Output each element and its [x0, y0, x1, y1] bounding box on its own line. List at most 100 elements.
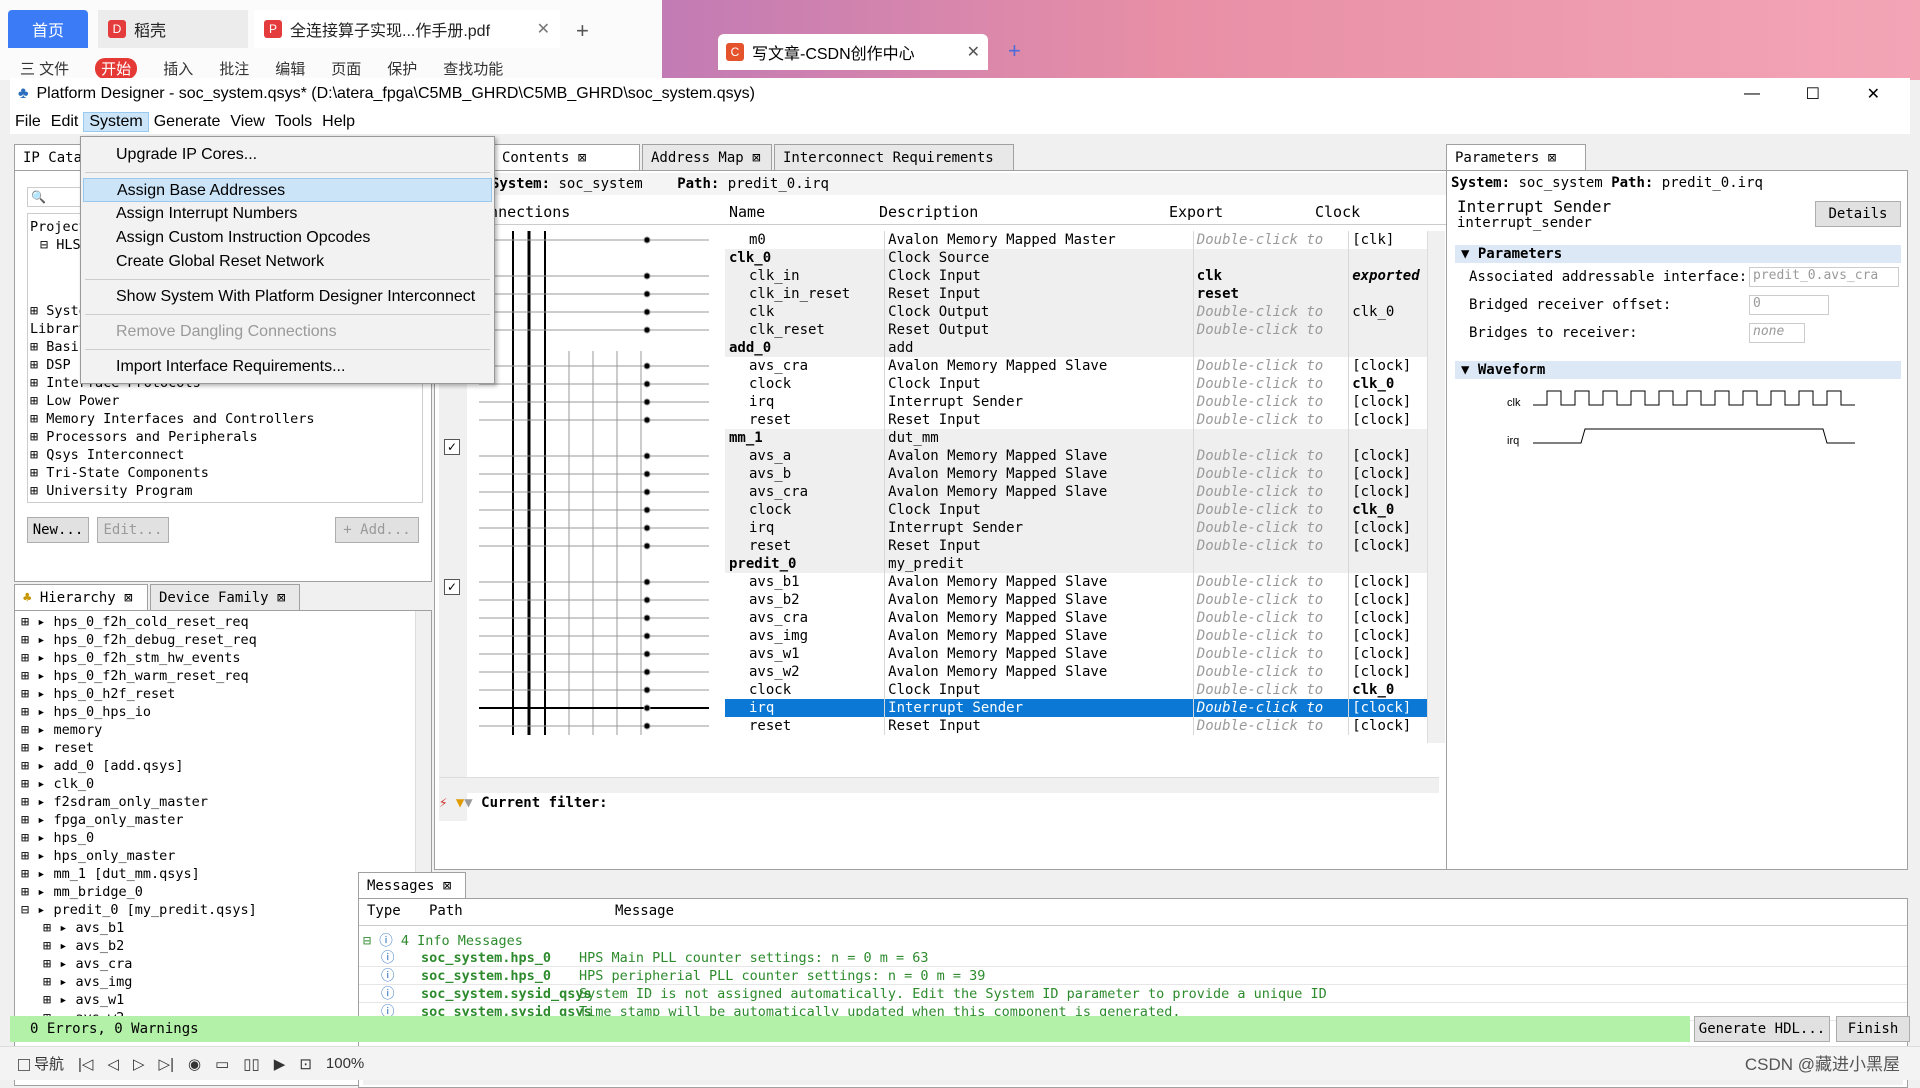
table-row[interactable]: avs_a Avalon Memory Mapped Slave Double-cl…: [725, 447, 1445, 465]
cell-export[interactable]: Double-click to: [1193, 393, 1350, 411]
single-page-icon[interactable]: ▭: [215, 1055, 229, 1073]
cell-export[interactable]: [1193, 429, 1350, 447]
hierarchy-item[interactable]: ⊞ ▸ memory: [21, 721, 425, 739]
tree-toggle-icon[interactable]: ⊞ ▸: [43, 956, 76, 972]
col-name[interactable]: Name: [729, 203, 765, 221]
toolbar-item[interactable]: 保护: [387, 58, 417, 79]
toolbar-item[interactable]: 批注: [219, 58, 249, 79]
menu-assign-custom-instruction-opcodes[interactable]: Assign Custom Instruction Opcodes: [83, 226, 492, 250]
two-page-icon[interactable]: ▯▯: [243, 1055, 260, 1073]
cell-export[interactable]: Double-click to: [1193, 573, 1350, 591]
tree-toggle-icon[interactable]: ⊞ ▸: [21, 794, 54, 810]
cell-export[interactable]: Double-click to: [1193, 483, 1350, 501]
table-row[interactable]: reset Reset Input Double-click to [clock]: [725, 537, 1445, 555]
toolbar-item[interactable]: 插入: [163, 58, 193, 79]
cell-export[interactable]: Double-click to: [1193, 411, 1350, 429]
table-row[interactable]: avs_cra Avalon Memory Mapped Slave Double-…: [725, 483, 1445, 501]
hierarchy-item[interactable]: ⊞ ▸ hps_0_h2f_reset: [21, 685, 425, 703]
cell-export[interactable]: Double-click to: [1193, 609, 1350, 627]
cell-export[interactable]: Double-click to: [1193, 519, 1350, 537]
filter-icon[interactable]: ⚡: [439, 795, 456, 811]
table-row[interactable]: avs_w1 Avalon Memory Mapped Slave Double-c…: [725, 645, 1445, 663]
tree-toggle-icon[interactable]: ⊞ ▸: [21, 650, 54, 666]
hierarchy-item[interactable]: ⊞ ▸ add_0 [add.qsys]: [21, 757, 425, 775]
table-row[interactable]: reset Reset Input Double-click to [clock]: [725, 717, 1445, 735]
tree-toggle-icon[interactable]: ⊞ ▸: [21, 686, 54, 702]
table-row[interactable]: add_0 add: [725, 339, 1445, 357]
col-message[interactable]: Message: [615, 903, 674, 919]
tab-interconnect-requirements[interactable]: Interconnect Requirements ⊠: [774, 144, 1014, 182]
details-button[interactable]: Details: [1815, 201, 1901, 227]
tree-toggle-icon[interactable]: ⊞ ▸: [21, 722, 54, 738]
prev-page-icon[interactable]: ◁: [107, 1055, 119, 1073]
cell-export[interactable]: Double-click to: [1193, 375, 1350, 393]
minimize-icon[interactable]: —: [1744, 85, 1760, 103]
table-row[interactable]: predit_0 my_predit: [725, 555, 1445, 573]
tree-toggle-icon[interactable]: ⊞ ▸: [43, 938, 76, 954]
addressable-interface-select[interactable]: predit_0.avs_cra: [1749, 267, 1899, 287]
tree-toggle-icon[interactable]: ⊞ ▸: [21, 776, 54, 792]
finish-button[interactable]: Finish: [1836, 1016, 1910, 1042]
section-parameters[interactable]: ▼ Parameters: [1455, 245, 1901, 263]
tab-home[interactable]: 首页: [8, 10, 88, 48]
tab-daoke[interactable]: D 稻壳: [98, 10, 248, 48]
close-icon[interactable]: ✕: [1867, 84, 1880, 104]
new-tab-icon[interactable]: +: [1008, 38, 1021, 64]
cell-export[interactable]: Double-click to: [1193, 357, 1350, 375]
col-export[interactable]: Export: [1169, 203, 1223, 221]
cell-export[interactable]: Double-click to: [1193, 591, 1350, 609]
tree-toggle-icon[interactable]: ⊞ ▸: [43, 920, 76, 936]
tree-toggle-icon[interactable]: ⊞ ▸: [21, 740, 54, 756]
table-row[interactable]: avs_b Avalon Memory Mapped Slave Double-cl…: [725, 465, 1445, 483]
message-row[interactable]: ⓘ soc_system.sysid_qsys System ID is not a…: [359, 985, 1907, 1003]
cell-export[interactable]: Double-click to: [1193, 465, 1350, 483]
menu-edit[interactable]: Edit: [46, 113, 84, 131]
cell-export[interactable]: Double-click to: [1193, 699, 1350, 717]
table-row[interactable]: mm_1 dut_mm: [725, 429, 1445, 447]
table-row[interactable]: avs_img Avalon Memory Mapped Slave Double-…: [725, 627, 1445, 645]
checkbox[interactable]: ✓: [444, 439, 460, 455]
menu-tools[interactable]: Tools: [270, 113, 317, 131]
cell-export[interactable]: [1193, 249, 1350, 267]
tree-item[interactable]: ⊞ University Program: [30, 482, 420, 500]
toolbar-item[interactable]: 编辑: [275, 58, 305, 79]
menu-show-system-with-interconnect[interactable]: Show System With Platform Designer Inter…: [83, 285, 492, 309]
tab-parameters[interactable]: Parameters ⊠: [1446, 144, 1586, 170]
table-row[interactable]: avs_w2 Avalon Memory Mapped Slave Double-c…: [725, 663, 1445, 681]
table-row[interactable]: reset Reset Input Double-click to [clock]: [725, 411, 1445, 429]
eye-icon[interactable]: ◉: [188, 1055, 201, 1073]
menu-assign-interrupt-numbers[interactable]: Assign Interrupt Numbers: [83, 202, 492, 226]
tree-item[interactable]: ⊞ Tri-State Components: [30, 464, 420, 482]
cell-export[interactable]: Double-click to: [1193, 321, 1350, 339]
menu-file[interactable]: File: [10, 113, 46, 131]
cell-export[interactable]: Double-click to: [1193, 663, 1350, 681]
hierarchy-item[interactable]: ⊞ ▸ hps_0_hps_io: [21, 703, 425, 721]
table-row[interactable]: clk Clock Output Double-click to clk_0: [725, 303, 1445, 321]
tab-messages[interactable]: Messages ⊠: [358, 872, 466, 898]
receiver-offset-input[interactable]: 0: [1749, 295, 1829, 315]
play-icon[interactable]: ▶: [274, 1055, 286, 1073]
table-row[interactable]: clk_in_reset Reset Input reset: [725, 285, 1445, 303]
toolbar-item[interactable]: 三 文件: [20, 58, 69, 79]
toolbar-item[interactable]: 查找功能: [443, 58, 503, 79]
close-icon[interactable]: ✕: [537, 19, 550, 39]
toolbar-item[interactable]: 页面: [331, 58, 361, 79]
fit-icon[interactable]: ⊡: [299, 1055, 312, 1073]
cell-export[interactable]: Double-click to: [1193, 717, 1350, 735]
tab-csdn[interactable]: C 写文章-CSDN创作中心 ✕: [718, 34, 988, 70]
first-page-icon[interactable]: |◁: [78, 1055, 93, 1073]
bridges-select[interactable]: none: [1749, 323, 1805, 343]
message-row[interactable]: ⓘ soc_system.hps_0 HPS Main PLL counter se…: [359, 949, 1907, 967]
table-row[interactable]: avs_b2 Avalon Memory Mapped Slave Double-c…: [725, 591, 1445, 609]
menu-create-global-reset-network[interactable]: Create Global Reset Network: [83, 250, 492, 274]
section-waveform[interactable]: ▼ Waveform: [1455, 361, 1901, 379]
nav-icon[interactable]: 导航: [18, 1053, 64, 1074]
hierarchy-item[interactable]: ⊞ ▸ hps_0_f2h_warm_reset_req: [21, 667, 425, 685]
table-row[interactable]: clk_reset Reset Output Double-click to: [725, 321, 1445, 339]
table-row[interactable]: clock Clock Input Double-click to clk_0: [725, 681, 1445, 699]
tree-toggle-icon[interactable]: ⊟ ▸: [21, 902, 54, 918]
close-icon[interactable]: ✕: [967, 42, 980, 62]
menu-remove-dangling-connections[interactable]: Remove Dangling Connections: [83, 320, 492, 344]
tree-toggle-icon[interactable]: ⊞ ▸: [21, 668, 54, 684]
col-clock[interactable]: Clock: [1315, 203, 1360, 221]
